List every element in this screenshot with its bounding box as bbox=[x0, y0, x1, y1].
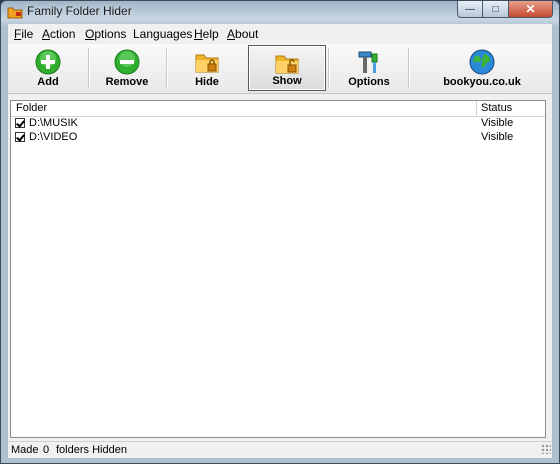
website-button[interactable]: bookyou.co.uk bbox=[412, 45, 552, 91]
menu-about[interactable]: About bbox=[227, 27, 258, 41]
status-bar: Made 0 folders Hidden bbox=[8, 441, 552, 459]
menu-bar: File Action Options Languages Help About bbox=[8, 24, 552, 44]
close-button[interactable]: ✕ bbox=[509, 1, 553, 18]
client-area: File Action Options Languages Help About… bbox=[8, 24, 552, 458]
add-icon bbox=[35, 49, 61, 75]
title-bar[interactable]: Family Folder Hider — □ ✕ bbox=[1, 1, 559, 23]
folder-status: Visible bbox=[481, 117, 514, 129]
menu-file[interactable]: File bbox=[14, 27, 33, 41]
show-button[interactable]: Show bbox=[248, 45, 326, 91]
folder-lock-icon bbox=[195, 54, 219, 73]
hide-button[interactable]: Hide bbox=[168, 45, 246, 91]
remove-button[interactable]: Remove bbox=[90, 45, 164, 91]
close-icon: ✕ bbox=[525, 2, 536, 16]
resize-grip[interactable] bbox=[541, 444, 551, 454]
menu-languages[interactable]: Languages bbox=[133, 27, 192, 41]
tools-icon bbox=[358, 51, 378, 73]
column-folder[interactable]: Folder bbox=[16, 102, 47, 114]
maximize-icon: □ bbox=[492, 3, 499, 15]
minimize-icon: — bbox=[465, 3, 475, 15]
folder-path: D:\MUSIK bbox=[29, 117, 78, 129]
menu-action[interactable]: Action bbox=[42, 27, 75, 41]
app-window: Family Folder Hider — □ ✕ File Action Op… bbox=[0, 0, 560, 464]
folder-path: D:\VIDEO bbox=[29, 131, 78, 143]
remove-label: Remove bbox=[105, 76, 149, 88]
globe-icon bbox=[469, 49, 495, 75]
status-made: Made bbox=[11, 444, 39, 456]
row-checkbox[interactable] bbox=[15, 132, 25, 142]
window-title: Family Folder Hider bbox=[27, 4, 132, 18]
remove-icon bbox=[114, 49, 140, 75]
website-label: bookyou.co.uk bbox=[443, 76, 521, 88]
minimize-button[interactable]: — bbox=[457, 1, 483, 18]
list-item[interactable]: D:\MUSIK Visible bbox=[11, 117, 545, 131]
toolbar: Add Remove Hide Show Options bookyou.co.… bbox=[8, 44, 552, 94]
status-count: 0 bbox=[43, 444, 50, 456]
folder-status: Visible bbox=[481, 131, 514, 143]
menu-help[interactable]: Help bbox=[194, 27, 219, 41]
add-button[interactable]: Add bbox=[9, 45, 87, 91]
list-header: Folder Status bbox=[11, 101, 545, 117]
show-label: Show bbox=[272, 75, 302, 87]
options-button[interactable]: Options bbox=[330, 45, 408, 91]
options-label: Options bbox=[348, 76, 390, 88]
maximize-button[interactable]: □ bbox=[483, 1, 509, 18]
row-checkbox[interactable] bbox=[15, 118, 25, 128]
hide-label: Hide bbox=[195, 76, 219, 88]
list-item[interactable]: D:\VIDEO Visible bbox=[11, 131, 545, 145]
folder-list[interactable]: Folder Status D:\MUSIK Visible D:\VIDEO … bbox=[10, 100, 546, 438]
folder-unlock-icon bbox=[275, 55, 299, 74]
add-label: Add bbox=[37, 76, 59, 88]
status-suffix: folders Hidden bbox=[56, 444, 127, 456]
app-icon bbox=[7, 7, 23, 19]
menu-options[interactable]: Options bbox=[85, 27, 126, 41]
column-status[interactable]: Status bbox=[481, 102, 512, 114]
